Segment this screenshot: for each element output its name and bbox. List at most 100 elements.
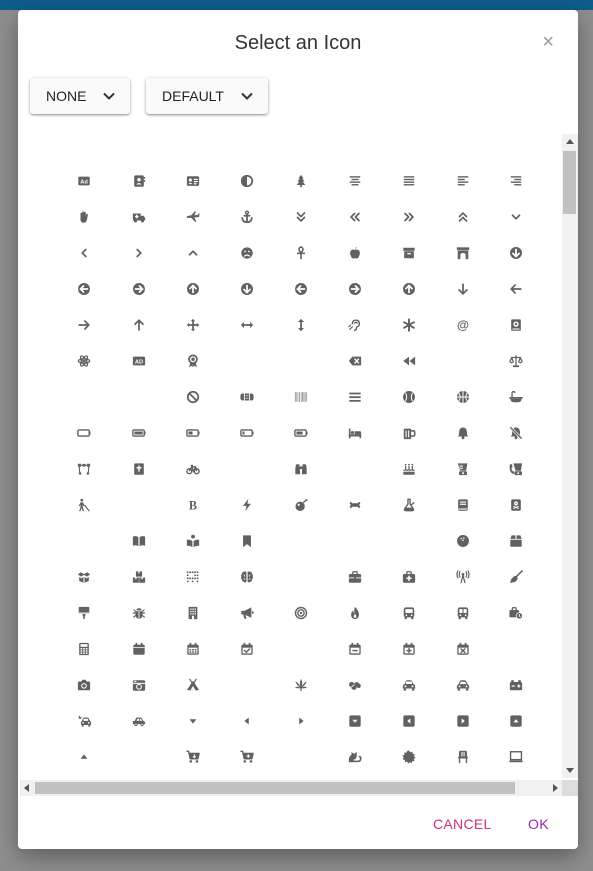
icon-option-move-arrows[interactable] — [166, 307, 220, 343]
icon-option-double-right[interactable] — [382, 199, 436, 235]
icon-option-battery-empty[interactable] — [57, 415, 111, 451]
icon-option-certificate[interactable] — [382, 739, 436, 775]
icon-option-atlas[interactable] — [489, 307, 543, 343]
icon-option-bath[interactable] — [489, 379, 543, 415]
icon-option-chair[interactable] — [436, 739, 490, 775]
icon-option-arrow-right[interactable] — [57, 307, 111, 343]
cancel-button[interactable]: CANCEL — [433, 816, 492, 832]
icon-option-barcode[interactable] — [274, 379, 328, 415]
icon-option-cat[interactable] — [328, 739, 382, 775]
icon-option-box-open[interactable] — [57, 559, 111, 595]
icon-option-blank[interactable] — [220, 667, 274, 703]
scroll-left-arrow[interactable] — [24, 784, 29, 792]
icon-option-camera-retro[interactable] — [112, 667, 166, 703]
icon-option-book[interactable] — [436, 487, 490, 523]
icon-option-bicycle[interactable] — [166, 451, 220, 487]
scroll-right-arrow[interactable] — [553, 784, 558, 792]
icon-option-box[interactable] — [489, 523, 543, 559]
icon-option-ambulance[interactable] — [112, 199, 166, 235]
icon-option-blender[interactable] — [436, 451, 490, 487]
icon-option-bone[interactable] — [328, 487, 382, 523]
icon-option-bowling-ball[interactable] — [436, 523, 490, 559]
icon-option-ad-badge[interactable]: AD — [112, 343, 166, 379]
icon-option-blank[interactable] — [57, 523, 111, 559]
icon-option-left-circle[interactable] — [57, 271, 111, 307]
icon-option-calendar-minus[interactable] — [328, 631, 382, 667]
icon-option-business-time[interactable] — [489, 595, 543, 631]
icon-option-left-circle[interactable] — [274, 271, 328, 307]
icon-option-right-circle[interactable] — [112, 271, 166, 307]
icon-option-book-dead[interactable] — [489, 487, 543, 523]
icon-option-square-caret-up[interactable] — [489, 703, 543, 739]
icon-option-blank[interactable] — [112, 379, 166, 415]
icon-option-contact-card[interactable] — [166, 163, 220, 199]
icon-option-caret-right[interactable] — [274, 703, 328, 739]
icon-option-bug[interactable] — [112, 595, 166, 631]
icon-option-car-alt[interactable] — [436, 667, 490, 703]
icon-option-book-open[interactable] — [112, 523, 166, 559]
icon-option-atom[interactable] — [57, 343, 111, 379]
icon-option-horizontal-arrows[interactable] — [220, 307, 274, 343]
icon-option-asterisk[interactable] — [382, 307, 436, 343]
icon-option-at[interactable]: @ — [436, 307, 490, 343]
icon-option-calendar-check[interactable] — [220, 631, 274, 667]
icon-option-blank[interactable] — [382, 523, 436, 559]
icon-option-square-caret-right[interactable] — [436, 703, 490, 739]
icon-option-cannabis[interactable] — [274, 667, 328, 703]
icon-option-bong[interactable] — [382, 487, 436, 523]
icon-option-battery-quarter[interactable] — [220, 415, 274, 451]
icon-option-camera[interactable] — [57, 667, 111, 703]
icon-option-bus-alt[interactable] — [436, 595, 490, 631]
icon-option-bed[interactable] — [328, 415, 382, 451]
icon-option-calculator[interactable] — [57, 631, 111, 667]
icon-option-blank[interactable] — [220, 451, 274, 487]
icon-option-cart-plus[interactable] — [220, 739, 274, 775]
icon-option-bus[interactable] — [382, 595, 436, 631]
icon-option-justify[interactable] — [382, 163, 436, 199]
icon-option-archive[interactable] — [382, 235, 436, 271]
icon-option-bookmark[interactable] — [220, 523, 274, 559]
icon-option-blank[interactable] — [112, 739, 166, 775]
icon-option-braille[interactable] — [166, 559, 220, 595]
icon-option-down-circle[interactable] — [489, 235, 543, 271]
icon-option-caret-down[interactable] — [166, 703, 220, 739]
icon-option-arrow-up[interactable] — [112, 307, 166, 343]
icon-option-check-circle[interactable] — [436, 775, 490, 778]
icon-option-blank[interactable] — [274, 739, 328, 775]
icon-option-double-up[interactable] — [436, 199, 490, 235]
icon-option-double-left[interactable] — [328, 199, 382, 235]
icon-option-blank[interactable] — [436, 343, 490, 379]
icon-option-anchor[interactable] — [220, 199, 274, 235]
icon-option-arrow-down[interactable] — [436, 271, 490, 307]
icon-option-chevron-right[interactable] — [112, 235, 166, 271]
icon-grid-viewport[interactable]: Ad @ AD B — [30, 134, 562, 778]
icon-option-baseball[interactable] — [382, 379, 436, 415]
icon-option-award[interactable] — [166, 343, 220, 379]
icon-option-blank[interactable] — [328, 451, 382, 487]
icon-option-blender-phone[interactable] — [489, 451, 543, 487]
icon-option-square-caret-down[interactable] — [328, 703, 382, 739]
icon-option-broadcast-tower[interactable] — [436, 559, 490, 595]
icon-option-bolt[interactable] — [220, 487, 274, 523]
icon-option-brush[interactable] — [57, 595, 111, 631]
scroll-down-arrow[interactable] — [566, 768, 574, 773]
icon-option-campground[interactable] — [166, 667, 220, 703]
icon-option-binoculars[interactable] — [274, 451, 328, 487]
icon-option-calendar-plus[interactable] — [382, 631, 436, 667]
icon-option-blank[interactable] — [220, 343, 274, 379]
icon-option-plane[interactable] — [166, 199, 220, 235]
icon-option-blank[interactable] — [274, 523, 328, 559]
icon-option-bell[interactable] — [436, 415, 490, 451]
icon-option-check-double[interactable] — [489, 775, 543, 778]
vertical-scrollbar[interactable] — [562, 134, 578, 778]
icon-option-rewind[interactable] — [382, 343, 436, 379]
vertical-scroll-thumb[interactable] — [563, 151, 576, 214]
icon-option-down-circle[interactable] — [220, 271, 274, 307]
icon-option-chevron-left[interactable] — [57, 235, 111, 271]
icon-option-blank[interactable] — [489, 631, 543, 667]
ok-button[interactable]: OK — [528, 816, 549, 832]
icon-option-sad-face[interactable] — [220, 235, 274, 271]
icon-option-calendar-times[interactable] — [436, 631, 490, 667]
icon-option-arch[interactable] — [436, 235, 490, 271]
icon-option-arrow-left[interactable] — [489, 271, 543, 307]
